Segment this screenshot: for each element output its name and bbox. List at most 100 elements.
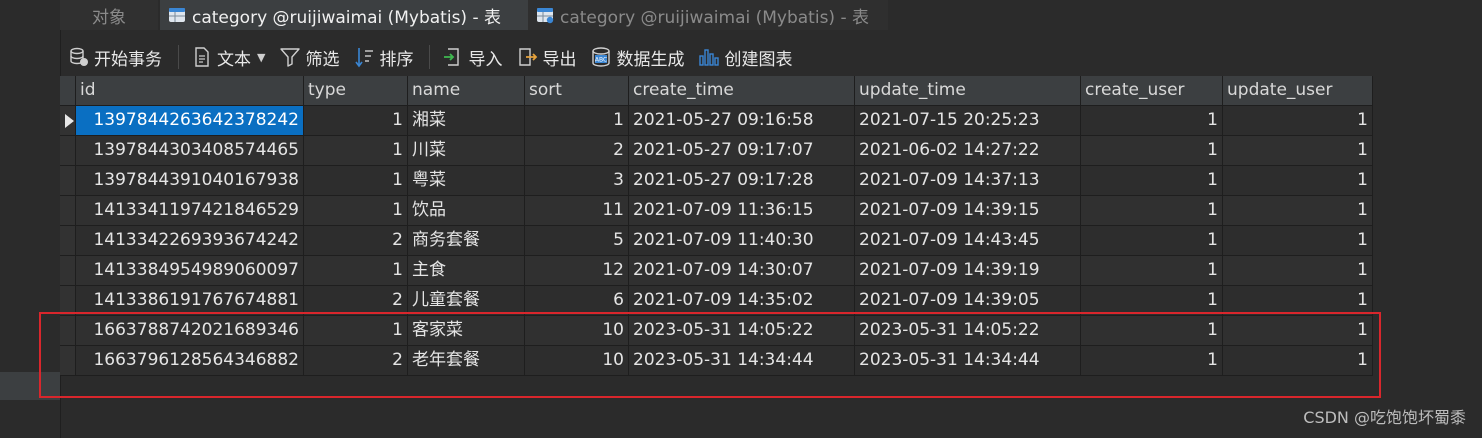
table-row[interactable]: 1413341197421846529 1 饮品 11 2021-07-09 11:36… [60, 196, 1373, 226]
cell-name[interactable]: 饮品 [408, 196, 525, 226]
cell-update-time[interactable]: 2023-05-31 14:05:22 [855, 316, 1081, 346]
tab-objects[interactable]: 对象 [60, 0, 158, 30]
cell-type[interactable]: 1 [304, 196, 408, 226]
cell-update-time[interactable]: 2021-07-09 14:39:05 [855, 286, 1081, 316]
cell-sort[interactable]: 3 [525, 166, 629, 196]
text-button[interactable]: 文本 ▼ [191, 42, 265, 72]
cell-create-time[interactable]: 2023-05-31 14:05:22 [629, 316, 855, 346]
row-gutter[interactable] [60, 136, 76, 166]
cell-id[interactable]: 1663796128564346882 [76, 346, 304, 376]
cell-name[interactable]: 主食 [408, 256, 525, 286]
cell-create-time[interactable]: 2021-05-27 09:17:28 [629, 166, 855, 196]
cell-type[interactable]: 1 [304, 106, 408, 136]
cell-create-user[interactable]: 1 [1081, 316, 1223, 346]
cell-id[interactable]: 1413384954989060097 [76, 256, 304, 286]
cell-id[interactable]: 1413386191767674881 [76, 286, 304, 316]
cell-update-user[interactable]: 1 [1223, 256, 1373, 286]
cell-name[interactable]: 儿童套餐 [408, 286, 525, 316]
cell-create-user[interactable]: 1 [1081, 106, 1223, 136]
cell-update-user[interactable]: 1 [1223, 106, 1373, 136]
cell-create-time[interactable]: 2021-07-09 11:40:30 [629, 226, 855, 256]
tab-category-inactive[interactable]: category @ruijiwaimai (Mybatis) - 表 [528, 0, 888, 30]
cell-update-time[interactable]: 2021-06-02 14:27:22 [855, 136, 1081, 166]
table-row[interactable]: 1413384954989060097 1 主食 12 2021-07-09 14:30… [60, 256, 1373, 286]
begin-transaction-button[interactable]: 开始事务 [68, 42, 162, 72]
import-button[interactable]: 导入 [442, 42, 502, 72]
column-header-type[interactable]: type [304, 76, 408, 106]
column-header-create-user[interactable]: create_user [1081, 76, 1223, 106]
table-row[interactable]: 1663788742021689346 1 客家菜 10 2023-05-31 14:0… [60, 316, 1373, 346]
row-gutter[interactable] [60, 166, 76, 196]
cell-update-time[interactable]: 2021-07-09 14:37:13 [855, 166, 1081, 196]
table-row[interactable]: 1397844263642378242 1 湘菜 1 2021-05-27 09:16:… [60, 106, 1373, 136]
cell-name[interactable]: 客家菜 [408, 316, 525, 346]
cell-type[interactable]: 2 [304, 226, 408, 256]
row-gutter[interactable] [60, 316, 76, 346]
cell-update-user[interactable]: 1 [1223, 166, 1373, 196]
current-row-indicator[interactable] [60, 106, 76, 136]
cell-name[interactable]: 商务套餐 [408, 226, 525, 256]
create-chart-button[interactable]: 创建图表 [698, 42, 792, 72]
cell-update-user[interactable]: 1 [1223, 136, 1373, 166]
cell-sort[interactable]: 1 [525, 106, 629, 136]
cell-type[interactable]: 2 [304, 286, 408, 316]
cell-create-time[interactable]: 2023-05-31 14:34:44 [629, 346, 855, 376]
cell-id[interactable]: 1397844391040167938 [76, 166, 304, 196]
table-row[interactable]: 1413386191767674881 2 儿童套餐 6 2021-07-09 14:3… [60, 286, 1373, 316]
column-header-update-user[interactable]: update_user [1223, 76, 1373, 106]
cell-id[interactable]: 1413341197421846529 [76, 196, 304, 226]
cell-update-user[interactable]: 1 [1223, 226, 1373, 256]
column-header-update-time[interactable]: update_time [855, 76, 1081, 106]
cell-update-time[interactable]: 2021-07-15 20:25:23 [855, 106, 1081, 136]
cell-id[interactable]: 1397844303408574465 [76, 136, 304, 166]
column-header-id[interactable]: id [76, 76, 304, 106]
cell-create-user[interactable]: 1 [1081, 196, 1223, 226]
cell-update-time[interactable]: 2023-05-31 14:34:44 [855, 346, 1081, 376]
cell-create-user[interactable]: 1 [1081, 346, 1223, 376]
data-generation-button[interactable]: ABC 数据生成 [590, 42, 684, 72]
tab-category-active[interactable]: category @ruijiwaimai (Mybatis) - 表 [160, 0, 528, 30]
cell-create-user[interactable]: 1 [1081, 226, 1223, 256]
cell-create-time[interactable]: 2021-07-09 14:30:07 [629, 256, 855, 286]
cell-update-user[interactable]: 1 [1223, 286, 1373, 316]
table-row[interactable]: 1397844391040167938 1 粤菜 3 2021-05-27 09:17:… [60, 166, 1373, 196]
cell-create-time[interactable]: 2021-05-27 09:16:58 [629, 106, 855, 136]
cell-update-user[interactable]: 1 [1223, 346, 1373, 376]
cell-update-time[interactable]: 2021-07-09 14:39:19 [855, 256, 1081, 286]
filter-button[interactable]: 筛选 [279, 42, 339, 72]
cell-create-user[interactable]: 1 [1081, 166, 1223, 196]
cell-sort[interactable]: 12 [525, 256, 629, 286]
left-panel-selected-row[interactable] [0, 372, 60, 400]
cell-id[interactable]: 1663788742021689346 [76, 316, 304, 346]
column-header-create-time[interactable]: create_time [629, 76, 855, 106]
row-gutter[interactable] [60, 286, 76, 316]
cell-create-user[interactable]: 1 [1081, 136, 1223, 166]
cell-sort[interactable]: 10 [525, 346, 629, 376]
column-header-name[interactable]: name [408, 76, 525, 106]
cell-sort[interactable]: 10 [525, 316, 629, 346]
cell-create-user[interactable]: 1 [1081, 286, 1223, 316]
cell-id[interactable]: 1413342269393674242 [76, 226, 304, 256]
row-gutter[interactable] [60, 256, 76, 286]
cell-sort[interactable]: 2 [525, 136, 629, 166]
cell-create-time[interactable]: 2021-07-09 11:36:15 [629, 196, 855, 226]
column-header-sort[interactable]: sort [525, 76, 629, 106]
cell-sort[interactable]: 11 [525, 196, 629, 226]
cell-sort[interactable]: 5 [525, 226, 629, 256]
cell-update-user[interactable]: 1 [1223, 196, 1373, 226]
table-row[interactable]: 1663796128564346882 2 老年套餐 10 2023-05-31 14:… [60, 346, 1373, 376]
cell-name[interactable]: 老年套餐 [408, 346, 525, 376]
cell-id[interactable]: 1397844263642378242 [76, 106, 304, 136]
cell-create-time[interactable]: 2021-05-27 09:17:07 [629, 136, 855, 166]
cell-name[interactable]: 粤菜 [408, 166, 525, 196]
cell-sort[interactable]: 6 [525, 286, 629, 316]
cell-update-time[interactable]: 2021-07-09 14:39:15 [855, 196, 1081, 226]
cell-update-user[interactable]: 1 [1223, 316, 1373, 346]
cell-create-time[interactable]: 2021-07-09 14:35:02 [629, 286, 855, 316]
cell-type[interactable]: 1 [304, 256, 408, 286]
row-gutter[interactable] [60, 346, 76, 376]
export-button[interactable]: 导出 [516, 42, 576, 72]
cell-create-user[interactable]: 1 [1081, 256, 1223, 286]
cell-type[interactable]: 1 [304, 166, 408, 196]
cell-type[interactable]: 1 [304, 316, 408, 346]
